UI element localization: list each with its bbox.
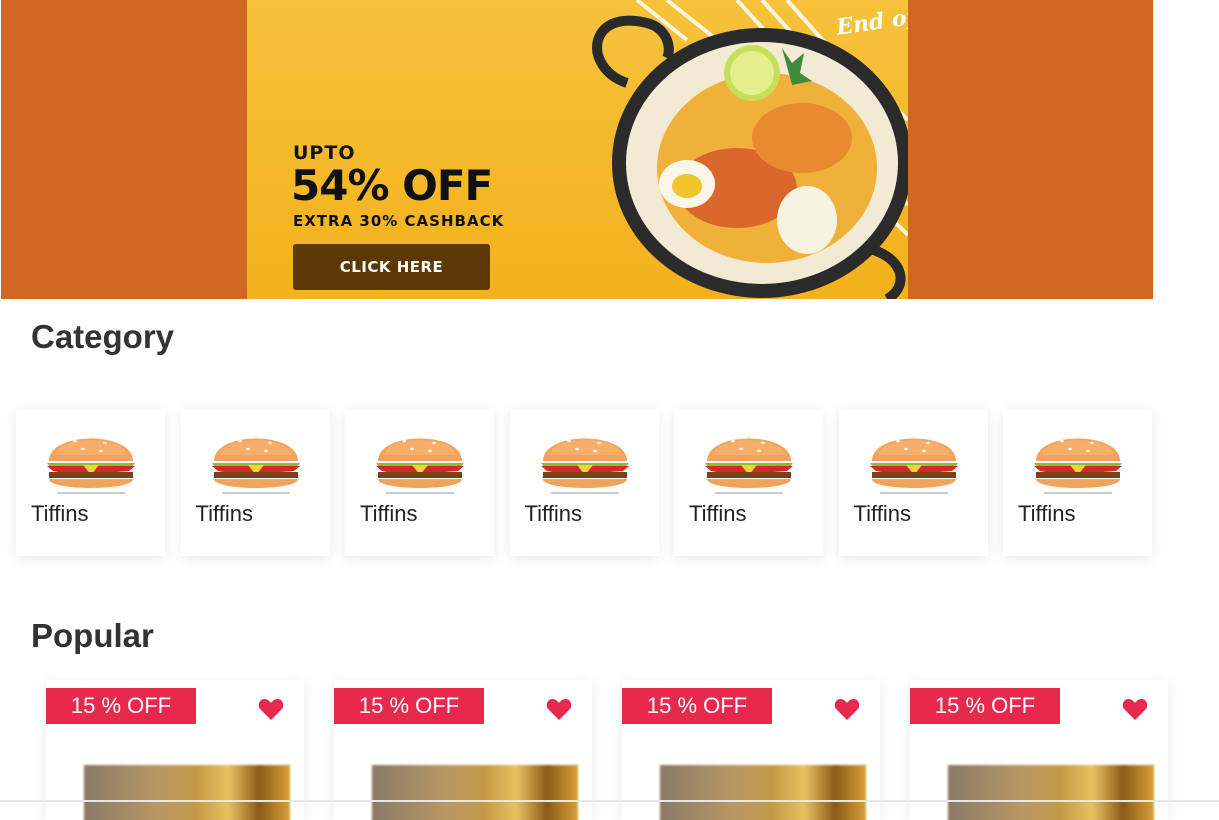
- biryani-dish-image: [592, 15, 908, 299]
- promo-image[interactable]: UPTO 54% OFF EXTRA 30% CASHBACK CLICK HE…: [247, 0, 908, 299]
- heart-icon[interactable]: [546, 697, 572, 721]
- heart-icon[interactable]: [1122, 697, 1148, 721]
- discount-badge: 15 % OFF: [46, 688, 196, 724]
- category-label: Tiffins: [524, 501, 582, 526]
- heart-icon[interactable]: [258, 697, 284, 721]
- category-card[interactable]: Tiffins: [16, 409, 165, 556]
- food-image[interactable]: [372, 765, 578, 820]
- popular-card[interactable]: 15 % OFF: [334, 680, 592, 820]
- category-title: Category: [31, 318, 175, 355]
- category-label: Tiffins: [360, 501, 418, 526]
- discount-badge: 15 % OFF: [910, 688, 1060, 724]
- food-image[interactable]: [948, 765, 1154, 820]
- burger-icon: [540, 435, 629, 494]
- category-card[interactable]: Tiffins: [509, 409, 659, 556]
- category-label: Tiffins: [853, 501, 911, 526]
- promo-cashback-text: EXTRA 30% CASHBACK: [293, 212, 505, 230]
- food-image[interactable]: [660, 765, 866, 820]
- food-image[interactable]: [84, 765, 290, 820]
- hero-banner[interactable]: UPTO 54% OFF EXTRA 30% CASHBACK CLICK HE…: [1, 0, 1153, 299]
- discount-badge: 15 % OFF: [622, 688, 772, 724]
- burger-icon: [211, 435, 300, 494]
- category-card[interactable]: Tiffins: [345, 409, 494, 556]
- popular-card[interactable]: 15 % OFF: [622, 680, 880, 820]
- discount-badge: 15 % OFF: [334, 688, 484, 724]
- popular-card[interactable]: 15 % OFF: [46, 680, 304, 820]
- category-card[interactable]: Tiffins: [1003, 409, 1152, 556]
- category-label: Tiffins: [689, 501, 747, 526]
- popular-card[interactable]: 15 % OFF: [910, 680, 1168, 820]
- popular-title: Popular: [31, 617, 154, 654]
- category-label: Tiffins: [31, 501, 89, 526]
- burger-icon: [47, 435, 135, 494]
- category-card[interactable]: Tiffins: [674, 409, 823, 556]
- category-label: Tiffins: [1018, 501, 1076, 526]
- category-card[interactable]: Tiffins: [180, 409, 330, 556]
- burger-icon: [376, 435, 464, 494]
- burger-icon: [1034, 435, 1122, 494]
- category-card[interactable]: Tiffins: [838, 409, 988, 556]
- click-here-button[interactable]: CLICK HERE: [293, 244, 490, 290]
- burger-icon: [705, 435, 793, 494]
- burger-icon: [869, 435, 958, 494]
- category-label: Tiffins: [195, 501, 253, 526]
- heart-icon[interactable]: [834, 697, 860, 721]
- promo-discount-text: 54% OFF: [291, 161, 493, 210]
